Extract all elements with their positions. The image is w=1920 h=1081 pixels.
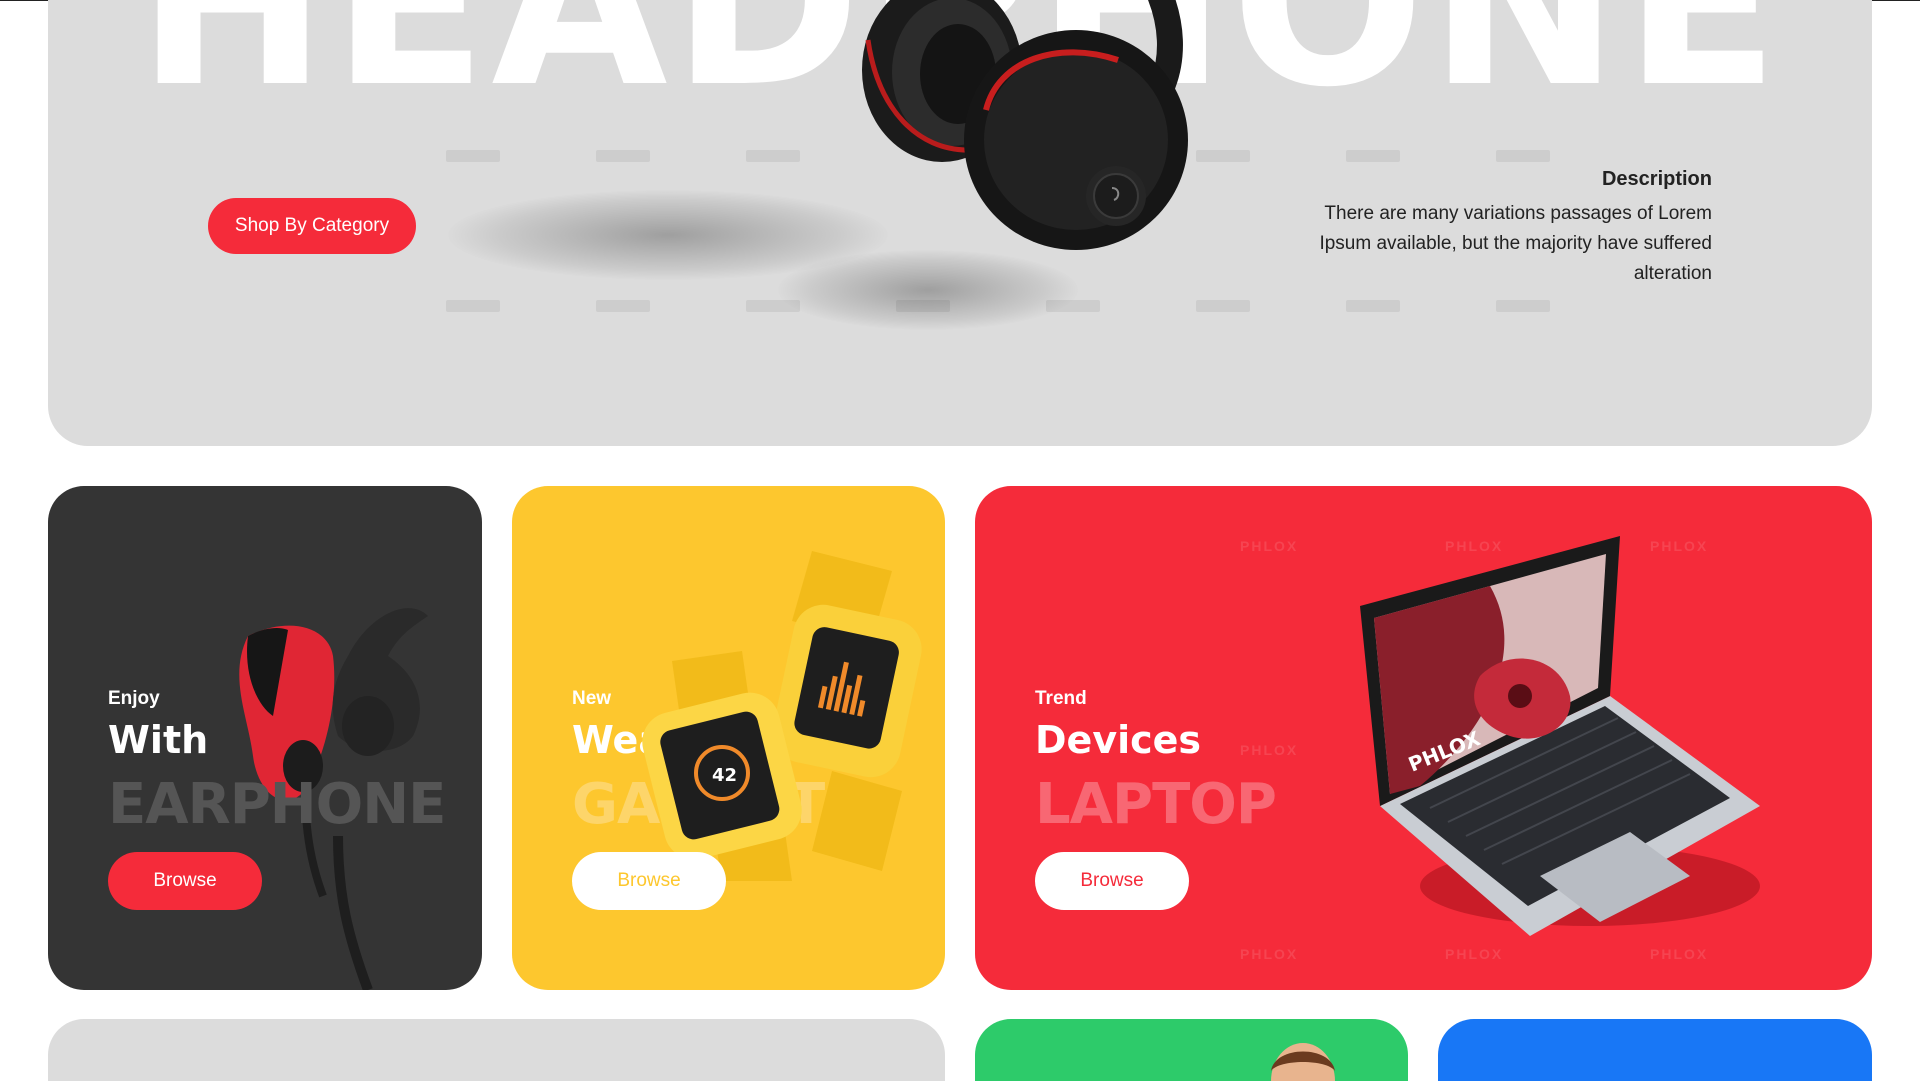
hero-banner: HEADPHONE Shop By Category xyxy=(48,0,1872,446)
card-kicker: Enjoy xyxy=(108,688,160,709)
browse-button[interactable]: Browse xyxy=(108,852,262,910)
smartwatch-image: 42 xyxy=(642,551,942,881)
card-heading: Devices xyxy=(1035,718,1202,762)
headphone-image xyxy=(858,0,1328,260)
description-title: Description xyxy=(1601,168,1712,190)
card-category: LAPTOP xyxy=(1035,772,1277,837)
laptop-card: PHLOX PHLOX PHLOX PHLOX PHLOX PHLOX PHLO… xyxy=(975,486,1872,990)
gadget-card: New Wearable GADGET 42 Browse xyxy=(512,486,945,990)
promo-card-blue xyxy=(1438,1019,1872,1081)
card-heading: With xyxy=(108,718,209,762)
watermark-text: PHLOX xyxy=(1445,946,1504,962)
description-text: There are many variations passages of Lo… xyxy=(1319,203,1712,284)
watermark-text: PHLOX xyxy=(1240,946,1299,962)
promo-card-gray xyxy=(48,1019,945,1081)
laptop-image: PHLOX xyxy=(1360,536,1780,946)
browse-button[interactable]: Browse xyxy=(1035,852,1189,910)
earphone-card: Enjoy With EARPHONE Browse xyxy=(48,486,482,990)
promo-card-green xyxy=(975,1019,1408,1081)
watch-readout: 42 xyxy=(712,765,737,786)
shop-by-category-button[interactable]: Shop By Category xyxy=(208,198,416,254)
person-image xyxy=(1267,1041,1339,1081)
hero-description: Description There are many variations pa… xyxy=(1292,168,1712,289)
card-kicker: New xyxy=(572,688,612,709)
watermark-text: PHLOX xyxy=(1240,538,1299,554)
watermark-text: PHLOX xyxy=(1650,946,1709,962)
card-kicker: Trend xyxy=(1035,688,1087,709)
card-category: EARPHONE xyxy=(108,772,446,837)
product-shadow xyxy=(778,250,1078,330)
browse-button[interactable]: Browse xyxy=(572,852,726,910)
watermark-text: PHLOX xyxy=(1240,742,1299,758)
